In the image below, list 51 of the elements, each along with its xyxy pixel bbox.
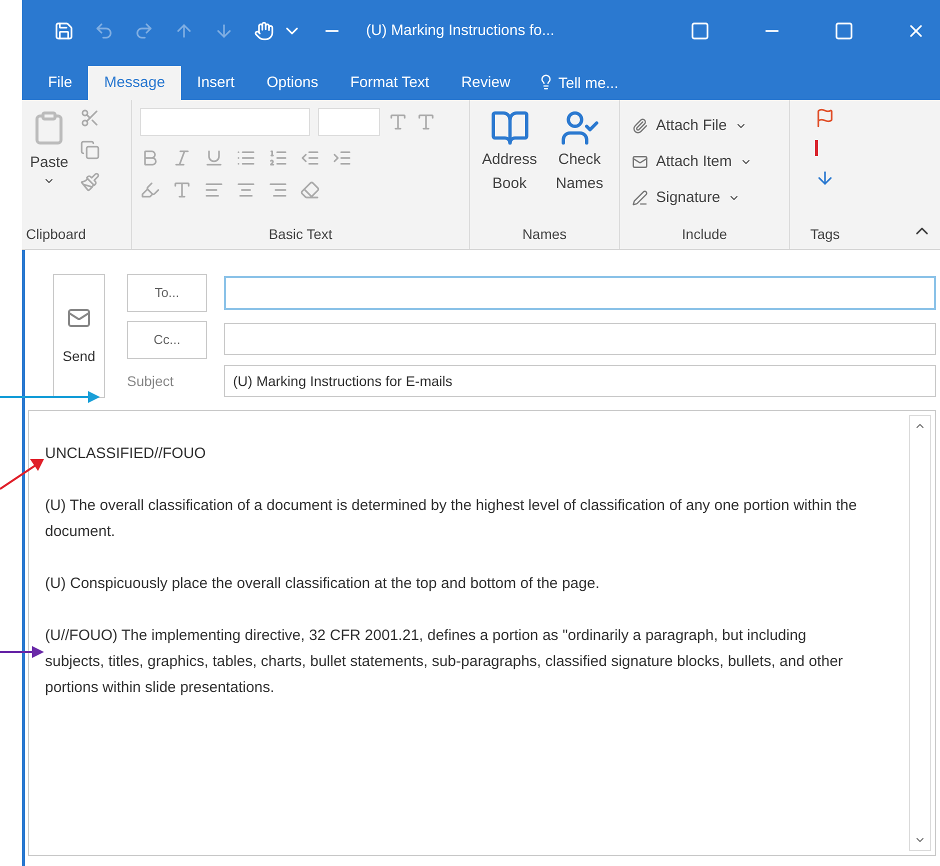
- ribbon-tab[interactable]: Format Text: [334, 66, 446, 100]
- cc-field[interactable]: [224, 323, 936, 355]
- ribbon-tab[interactable]: File: [32, 66, 88, 100]
- cut-icon[interactable]: [80, 108, 100, 128]
- subject-label: Subject: [127, 372, 175, 391]
- to-button[interactable]: To...: [127, 274, 207, 312]
- send-button[interactable]: Send: [53, 274, 105, 398]
- names-button[interactable]: Address Book: [476, 108, 542, 196]
- format-painter-icon[interactable]: [80, 172, 100, 192]
- message-body[interactable]: [28, 410, 936, 856]
- ribbon-tab[interactable]: Insert: [181, 66, 251, 100]
- paperclip-icon: [632, 118, 648, 134]
- hand-icon[interactable]: [254, 21, 274, 41]
- body-paragraph: UNCLASSIFIED//FOUO: [45, 444, 207, 464]
- cc-button[interactable]: Cc...: [127, 321, 207, 359]
- group-label: Tags: [810, 225, 840, 244]
- group-label: Basic Text: [268, 225, 332, 244]
- tell-me-field[interactable]: Tell me...: [558, 66, 698, 100]
- underline-icon[interactable]: [204, 148, 224, 168]
- body-paragraph: (U) The overall classification of a document is determined by the highest level of classification of any one portion within the document.: [45, 496, 858, 542]
- highlight-icon[interactable]: [140, 180, 160, 200]
- to-field[interactable]: [224, 276, 936, 310]
- body-paragraph: (U//FOUO) The implementing directive, 32 CFR 2001.21, defines a portion as "ordinarily a paragraph, but including subjects, titles, graphics, tables, charts, bullet statements, sub-paragraphs, classified signature blocks, bullets, and other portions within slide presentations.: [45, 626, 844, 698]
- include-button[interactable]: Signature: [632, 180, 777, 216]
- clear-format-icon[interactable]: [300, 180, 320, 200]
- paste-button[interactable]: Paste: [30, 108, 68, 224]
- names-button[interactable]: Check Names: [546, 108, 612, 196]
- ribbon-tab[interactable]: Review: [445, 66, 526, 100]
- font-color-icon[interactable]: [172, 180, 192, 200]
- envelope-icon: [632, 154, 648, 170]
- subject-field[interactable]: (U) Marking Instructions for E-mails: [224, 365, 936, 397]
- group-label: Names: [522, 225, 567, 244]
- flag-icon[interactable]: [815, 108, 835, 128]
- font-field[interactable]: [140, 108, 310, 136]
- grow-font-icon[interactable]: [388, 112, 408, 132]
- ribbon-tab[interactable]: Message: [88, 66, 182, 100]
- scrollbar[interactable]: [909, 415, 931, 851]
- pen-icon: [632, 190, 648, 206]
- ribbon-tab[interactable]: Options: [250, 66, 334, 100]
- maximize-icon[interactable]: [834, 21, 854, 41]
- save-icon[interactable]: [54, 21, 74, 41]
- body-paragraph: (U) Conspicuously place the overall classification at the top and bottom of the page.: [45, 574, 600, 594]
- shrink-font-icon[interactable]: [416, 112, 436, 132]
- include-button[interactable]: Attach Item: [632, 144, 777, 180]
- copy-icon[interactable]: [80, 140, 100, 160]
- group-label: Clipboard: [25, 225, 87, 244]
- include-button[interactable]: Attach File: [632, 108, 777, 144]
- font-size-field[interactable]: [318, 108, 380, 136]
- window-title: (U) Marking Instructions fo...: [366, 20, 554, 41]
- numbering-icon[interactable]: [268, 148, 288, 168]
- group-label: Include: [682, 225, 728, 244]
